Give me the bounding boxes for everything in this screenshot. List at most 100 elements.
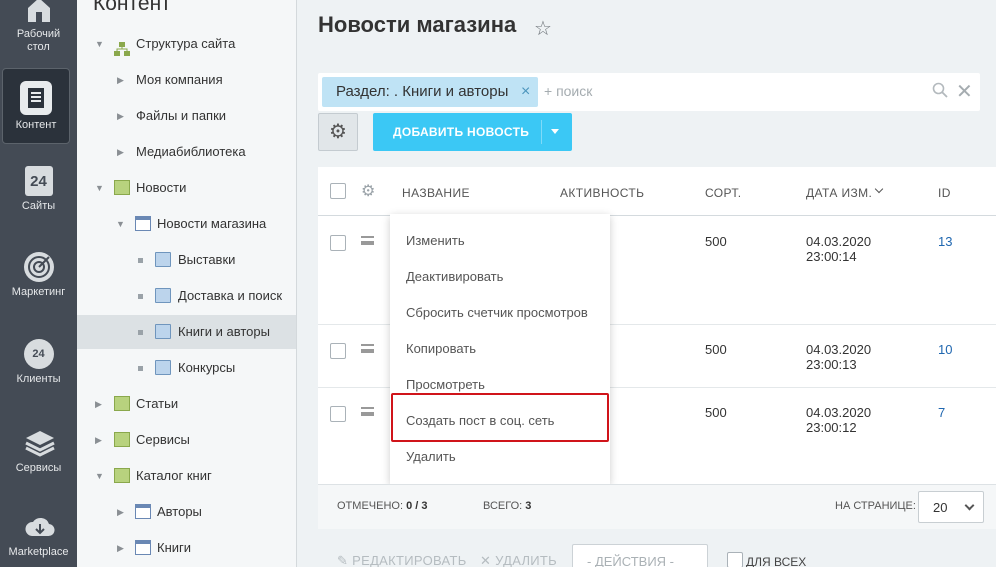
menu-item-view[interactable]: Просмотреть <box>406 377 485 392</box>
tree-item-exhibitions[interactable]: Выставки <box>77 243 296 277</box>
tree-item-label: Книги <box>157 540 192 555</box>
menu-item-copy[interactable]: Копировать <box>406 341 476 356</box>
tree-item-label: Конкурсы <box>178 360 236 375</box>
tree-item-files[interactable]: ▶ Файлы и папки <box>77 99 296 133</box>
gear-icon[interactable]: ⚙ <box>361 181 375 201</box>
edit-action-button[interactable]: ✎ РЕДАКТИРОВАТЬ <box>337 553 467 567</box>
iconbar-item-marketplace[interactable]: Marketplace <box>0 512 77 559</box>
iconbar-item-content[interactable]: Контент <box>2 68 70 144</box>
for-all-label: ДЛЯ ВСЕХ <box>746 555 807 567</box>
iconbar-item-clients[interactable]: 24 Клиенты <box>0 339 77 386</box>
tree-item-services[interactable]: ▶ Сервисы <box>77 423 296 457</box>
tree-item-label: Выставки <box>178 252 236 267</box>
page-title: Новости магазина <box>318 12 517 37</box>
row-checkbox[interactable] <box>330 343 346 359</box>
cell-time: 23:00:12 <box>806 420 857 435</box>
chevron-right-icon[interactable]: ▶ <box>117 99 124 133</box>
perpage-label: НА СТРАНИЦЕ: <box>835 500 916 512</box>
column-header-date[interactable]: ДАТА ИЗМ. <box>806 186 872 200</box>
tree-item-books-authors[interactable]: Книги и авторы <box>77 315 296 349</box>
chevron-down-icon[interactable]: ▼ <box>95 459 104 493</box>
add-news-button[interactable]: ДОБАВИТЬ НОВОСТЬ <box>373 113 572 151</box>
menu-item-social-post[interactable]: Создать пост в соц. сеть <box>406 413 554 428</box>
cell-time: 23:00:13 <box>806 357 857 372</box>
menu-item-delete[interactable]: Удалить <box>406 449 456 464</box>
selected-counter: ОТМЕЧЕНО: 0 / 3 <box>337 500 427 512</box>
tree-item-news[interactable]: ▼ Новости <box>77 171 296 205</box>
sort-chevron-icon <box>874 184 884 194</box>
column-header-sort[interactable]: СОРТ. <box>705 186 742 200</box>
menu-item-deactivate[interactable]: Деактивировать <box>406 269 503 284</box>
tree-item-delivery[interactable]: Доставка и поиск <box>77 279 296 313</box>
gear-icon: ⚙ <box>329 121 347 143</box>
home-icon <box>24 0 54 24</box>
iconbar-label: Маркетинг <box>11 286 66 298</box>
tree-item-articles[interactable]: ▶ Статьи <box>77 387 296 421</box>
tree-title: Контент <box>93 0 171 15</box>
tree-item-label: Каталог книг <box>136 468 212 483</box>
chevron-right-icon[interactable]: ▶ <box>95 423 102 457</box>
filter-chip-label: Раздел: . Книги и авторы <box>336 83 509 100</box>
search-input[interactable]: + поиск <box>544 83 592 99</box>
total-label: ВСЕГО: <box>483 500 523 512</box>
delete-action-button[interactable]: ✕ УДАЛИТЬ <box>480 553 557 567</box>
iconbar-item-marketing[interactable]: Маркетинг <box>0 252 77 299</box>
tree-item-contests[interactable]: Конкурсы <box>77 351 296 385</box>
tree-item-books[interactable]: ▶ Книги <box>77 531 296 565</box>
select-all-checkbox[interactable] <box>330 183 346 199</box>
close-icon: ✕ <box>480 553 492 567</box>
row-menu-icon[interactable] <box>361 236 374 245</box>
tree-item-authors[interactable]: ▶ Авторы <box>77 495 296 529</box>
search-icon[interactable] <box>932 82 948 98</box>
iconbar-item-desktop[interactable]: Рабочий стол <box>0 0 77 54</box>
iconbar-label: Сервисы <box>15 462 62 474</box>
tree-item-label: Авторы <box>157 504 202 519</box>
group-actions-bar: ✎ РЕДАКТИРОВАТЬ ✕ УДАЛИТЬ - ДЕЙСТВИЯ - Д… <box>318 538 996 567</box>
tree-item-site-structure[interactable]: ▼ Структура сайта <box>77 27 296 61</box>
tree-item-label: Моя компания <box>136 72 223 87</box>
tree-item-book-catalog[interactable]: ▼ Каталог книг <box>77 459 296 493</box>
tree-item-media[interactable]: ▶ Медиабиблиотека <box>77 135 296 169</box>
menu-item-reset-views[interactable]: Сбросить счетчик просмотров <box>406 305 588 320</box>
perpage-value: 20 <box>933 500 948 515</box>
actions-select[interactable]: - ДЕЙСТВИЯ - <box>572 544 708 567</box>
row-checkbox[interactable] <box>330 235 346 251</box>
chevron-right-icon[interactable]: ▶ <box>95 387 102 421</box>
chevron-down-icon[interactable]: ▼ <box>95 171 104 205</box>
tree-item-store-news[interactable]: ▼ Новости магазина <box>77 207 296 241</box>
column-header-active[interactable]: АКТИВНОСТЬ <box>560 186 644 200</box>
iconbar-label: Контент <box>15 119 57 131</box>
chevron-right-icon[interactable]: ▶ <box>117 531 124 565</box>
filter-chip[interactable]: Раздел: . Книги и авторы × <box>322 77 539 107</box>
perpage-select[interactable]: 20 <box>918 491 984 523</box>
close-icon[interactable]: × <box>521 77 530 107</box>
column-header-name[interactable]: НАЗВАНИЕ <box>402 186 470 200</box>
column-header-id[interactable]: ID <box>938 186 951 200</box>
filter-search-bar[interactable]: Раздел: . Книги и авторы × + поиск ✕ <box>318 73 980 111</box>
settings-button[interactable]: ⚙ <box>318 113 358 151</box>
clear-icon[interactable]: ✕ <box>956 79 973 104</box>
iconbar-item-services[interactable]: Сервисы <box>0 428 77 475</box>
tree-item-my-company[interactable]: ▶ Моя компания <box>77 63 296 97</box>
row-menu-icon[interactable] <box>361 407 374 416</box>
chevron-down-icon[interactable]: ▼ <box>95 27 104 61</box>
chevron-right-icon[interactable]: ▶ <box>117 135 124 169</box>
star-icon[interactable]: ☆ <box>534 16 552 41</box>
cell-id[interactable]: 7 <box>938 405 945 420</box>
bullet-icon <box>138 258 143 263</box>
iconbar-item-sites[interactable]: 24 Сайты <box>0 166 77 213</box>
cell-id[interactable]: 10 <box>938 342 952 357</box>
cell-id[interactable]: 13 <box>938 234 952 249</box>
row-checkbox[interactable] <box>330 406 346 422</box>
iconbar-label: Marketplace <box>8 546 69 558</box>
main-area: Новости магазина ☆ Раздел: . Книги и авт… <box>297 0 996 567</box>
chevron-right-icon[interactable]: ▶ <box>117 63 124 97</box>
menu-item-edit[interactable]: Изменить <box>406 233 465 248</box>
chevron-down-icon[interactable]: ▼ <box>116 207 125 241</box>
chevron-right-icon[interactable]: ▶ <box>117 495 124 529</box>
row-context-menu: Изменить Деактивировать Сбросить счетчик… <box>390 214 610 484</box>
selected-label: ОТМЕЧЕНО: <box>337 500 403 512</box>
row-menu-icon[interactable] <box>361 344 374 353</box>
for-all-checkbox[interactable] <box>727 552 743 567</box>
chevron-down-icon[interactable] <box>551 129 559 134</box>
